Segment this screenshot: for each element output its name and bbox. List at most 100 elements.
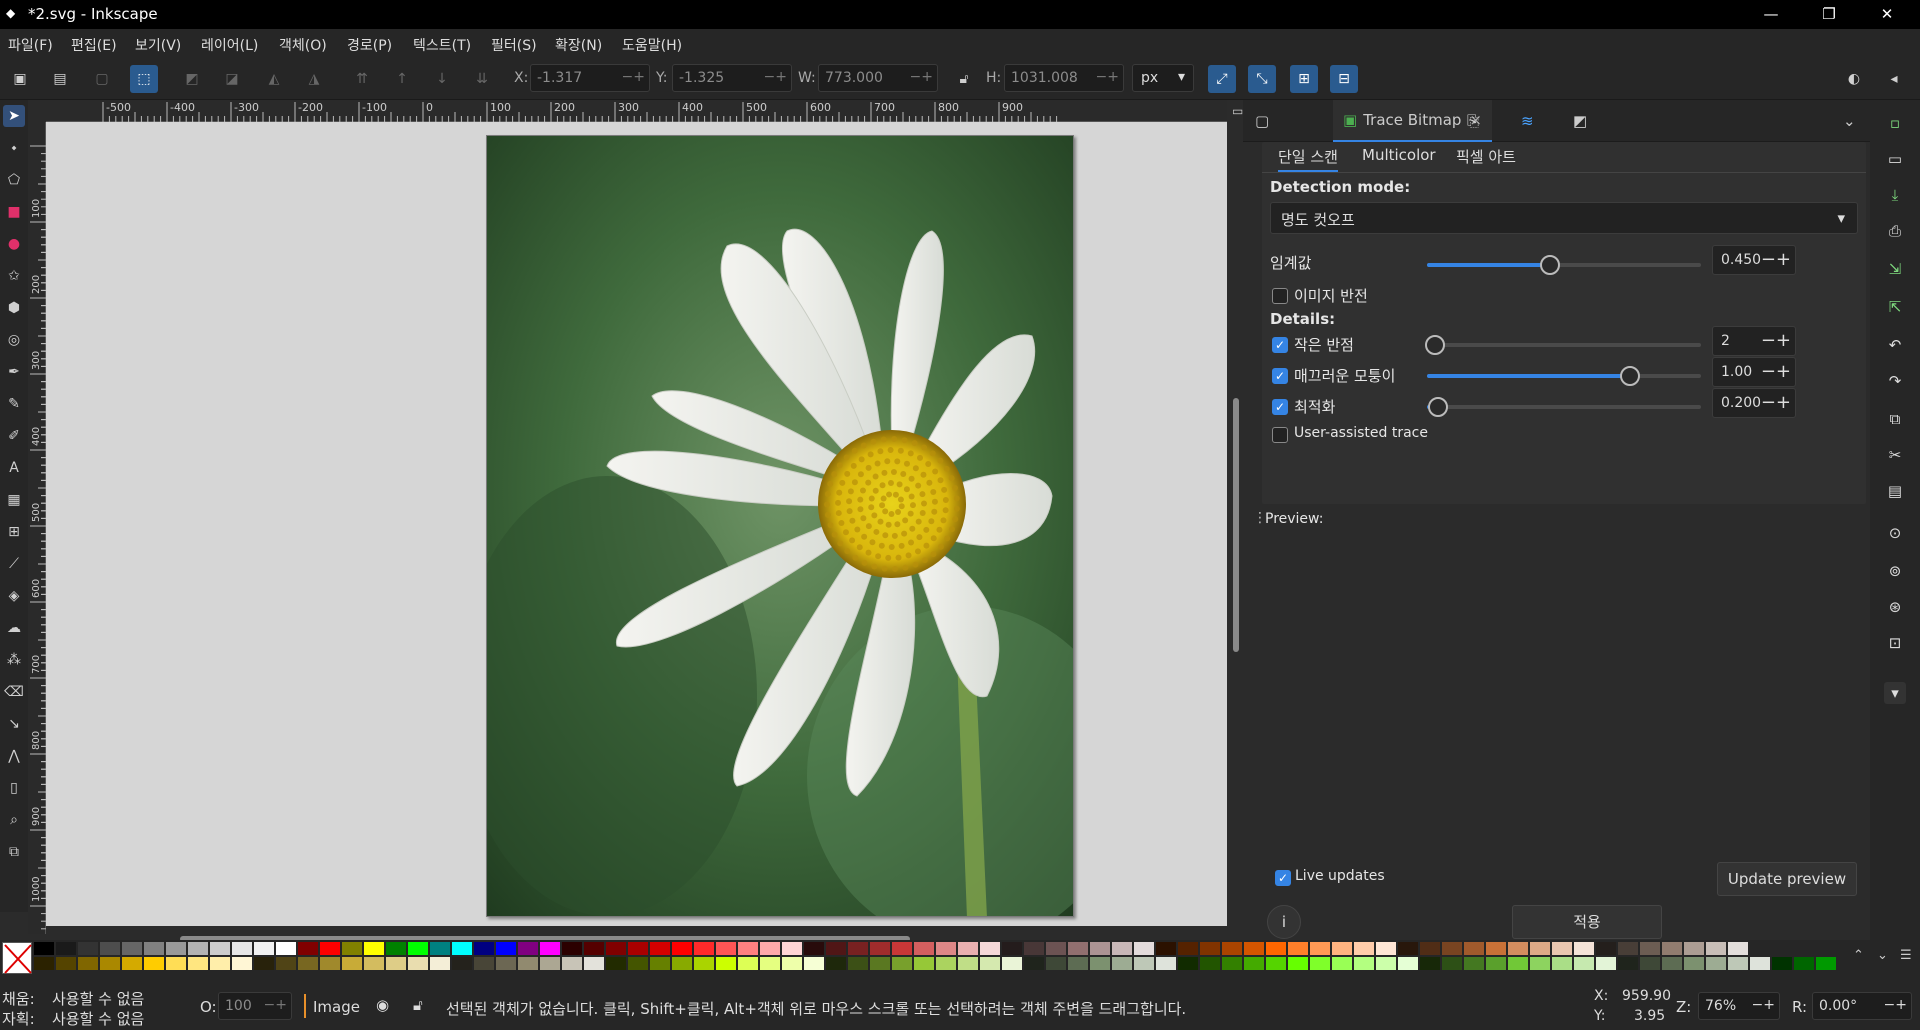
eraser-tool-icon[interactable]: ⌫ [3,681,25,703]
import-icon[interactable]: ⇲ [1884,258,1906,280]
raise-icon[interactable]: ↑ [388,65,416,93]
color-swatch[interactable] [1508,957,1528,970]
vertical-scroll-thumb[interactable] [1233,398,1239,652]
color-swatch[interactable] [1618,957,1638,970]
color-swatch[interactable] [1750,957,1770,970]
color-swatch[interactable] [1486,942,1506,955]
tab-object-icon[interactable]: ▢ [1255,100,1285,142]
height-input[interactable]: 1031.008 −+ [1004,64,1124,92]
y-input[interactable]: -1.325 −+ [672,64,792,92]
menu-layer[interactable]: 레이어(L) [201,35,258,55]
color-swatch[interactable] [452,942,472,955]
color-swatch[interactable] [606,957,626,970]
color-swatch[interactable] [232,957,252,970]
text-tool-icon[interactable]: A [3,457,25,479]
color-swatch[interactable] [914,957,934,970]
touch-select-icon[interactable]: ⬚ [130,65,158,93]
snap-toggle-icon[interactable]: ◐ [1840,65,1868,93]
tab-layers-icon[interactable]: ≋ [1521,100,1551,142]
color-swatch[interactable] [1398,957,1418,970]
lpe-tool-icon[interactable]: ⋀ [3,745,25,767]
color-swatch[interactable] [1244,957,1264,970]
zoom-selection-icon[interactable]: ⊙ [1884,522,1906,544]
color-swatch[interactable] [1464,957,1484,970]
canvas-display-icon[interactable]: ▭ [1232,104,1243,118]
color-swatch[interactable] [1002,957,1022,970]
gradient-tool-icon[interactable]: ▦ [3,489,25,511]
restore-icon[interactable]: ❐ [1800,0,1858,29]
ruler-corner-icon[interactable] [28,100,46,122]
color-swatch[interactable] [1574,957,1594,970]
color-swatch[interactable] [848,957,868,970]
more-commands-icon[interactable]: ▾ [1884,682,1906,704]
undo-icon[interactable]: ↶ [1884,334,1906,356]
color-swatch[interactable] [760,942,780,955]
color-swatch[interactable] [1024,942,1044,955]
menu-filters[interactable]: 필터(S) [491,35,537,55]
lower-to-bottom-icon[interactable]: ⇊ [468,65,496,93]
new-document-icon[interactable]: ▫ [1884,112,1906,134]
pen-tool-icon[interactable]: ✒ [3,361,25,383]
color-swatch[interactable] [474,957,494,970]
spiral-tool-icon[interactable]: ◎ [3,329,25,351]
copy-icon[interactable]: ⧉ [1884,408,1906,430]
color-swatch[interactable] [518,942,538,955]
color-swatch[interactable] [56,942,76,955]
color-swatch[interactable] [540,957,560,970]
color-swatch[interactable] [804,957,824,970]
color-swatch[interactable] [298,957,318,970]
tab-export-icon[interactable]: ⎘ [1467,100,1497,142]
color-swatch[interactable] [1178,957,1198,970]
color-swatch[interactable] [1464,942,1484,955]
color-swatch[interactable] [628,942,648,955]
save-icon[interactable]: ⤓ [1884,184,1906,206]
color-swatch[interactable] [364,942,384,955]
color-swatch[interactable] [342,942,362,955]
color-swatch[interactable] [1046,957,1066,970]
deselect-icon[interactable]: ▢ [88,65,116,93]
mesh-tool-icon[interactable]: ⊞ [3,521,25,543]
lower-icon[interactable]: ↓ [428,65,456,93]
image-page[interactable] [486,135,1074,917]
color-swatch[interactable] [1398,942,1418,955]
paste-icon[interactable]: ▤ [1884,480,1906,502]
color-swatch[interactable] [782,957,802,970]
color-swatch[interactable] [1090,957,1110,970]
palette-scroll-down-icon[interactable]: ⌄ [1877,948,1888,963]
color-swatch[interactable] [1200,942,1220,955]
color-swatch[interactable] [1310,957,1330,970]
smooth-corners-input[interactable]: 1.00 −+ [1712,357,1796,387]
lock-icon[interactable]: 🔓︎ [950,65,978,93]
color-swatch[interactable] [276,942,296,955]
rectangle-tool-icon[interactable]: ■ [3,201,25,223]
color-swatch[interactable] [408,957,428,970]
color-swatch[interactable] [1354,942,1374,955]
color-swatch[interactable] [232,942,252,955]
color-swatch[interactable] [254,957,274,970]
shape-builder-icon[interactable]: ⬠ [3,169,25,191]
measure-tool-icon[interactable]: ⧉ [3,841,25,863]
color-swatch[interactable] [980,957,1000,970]
optimize-input[interactable]: 0.200 −+ [1712,388,1796,418]
color-swatch[interactable] [100,942,120,955]
smooth-corners-checkbox[interactable]: ✓ [1272,368,1288,384]
color-swatch[interactable] [1376,942,1396,955]
star-tool-icon[interactable]: ✩ [3,265,25,287]
color-swatch[interactable] [144,942,164,955]
export-icon[interactable]: ⇱ [1884,296,1906,318]
color-swatch[interactable] [672,957,692,970]
color-swatch[interactable] [100,957,120,970]
color-swatch[interactable] [716,942,736,955]
color-swatch[interactable] [1156,957,1176,970]
optimize-checkbox[interactable]: ✓ [1272,399,1288,415]
color-swatch[interactable] [562,957,582,970]
color-swatch[interactable] [1178,942,1198,955]
color-swatch[interactable] [980,942,1000,955]
threshold-slider[interactable] [1427,255,1701,275]
color-swatch[interactable] [914,942,934,955]
info-icon[interactable]: i [1267,905,1301,939]
color-swatch[interactable] [584,957,604,970]
color-swatch[interactable] [144,957,164,970]
color-swatch[interactable] [1376,957,1396,970]
ellipse-tool-icon[interactable]: ● [3,233,25,255]
